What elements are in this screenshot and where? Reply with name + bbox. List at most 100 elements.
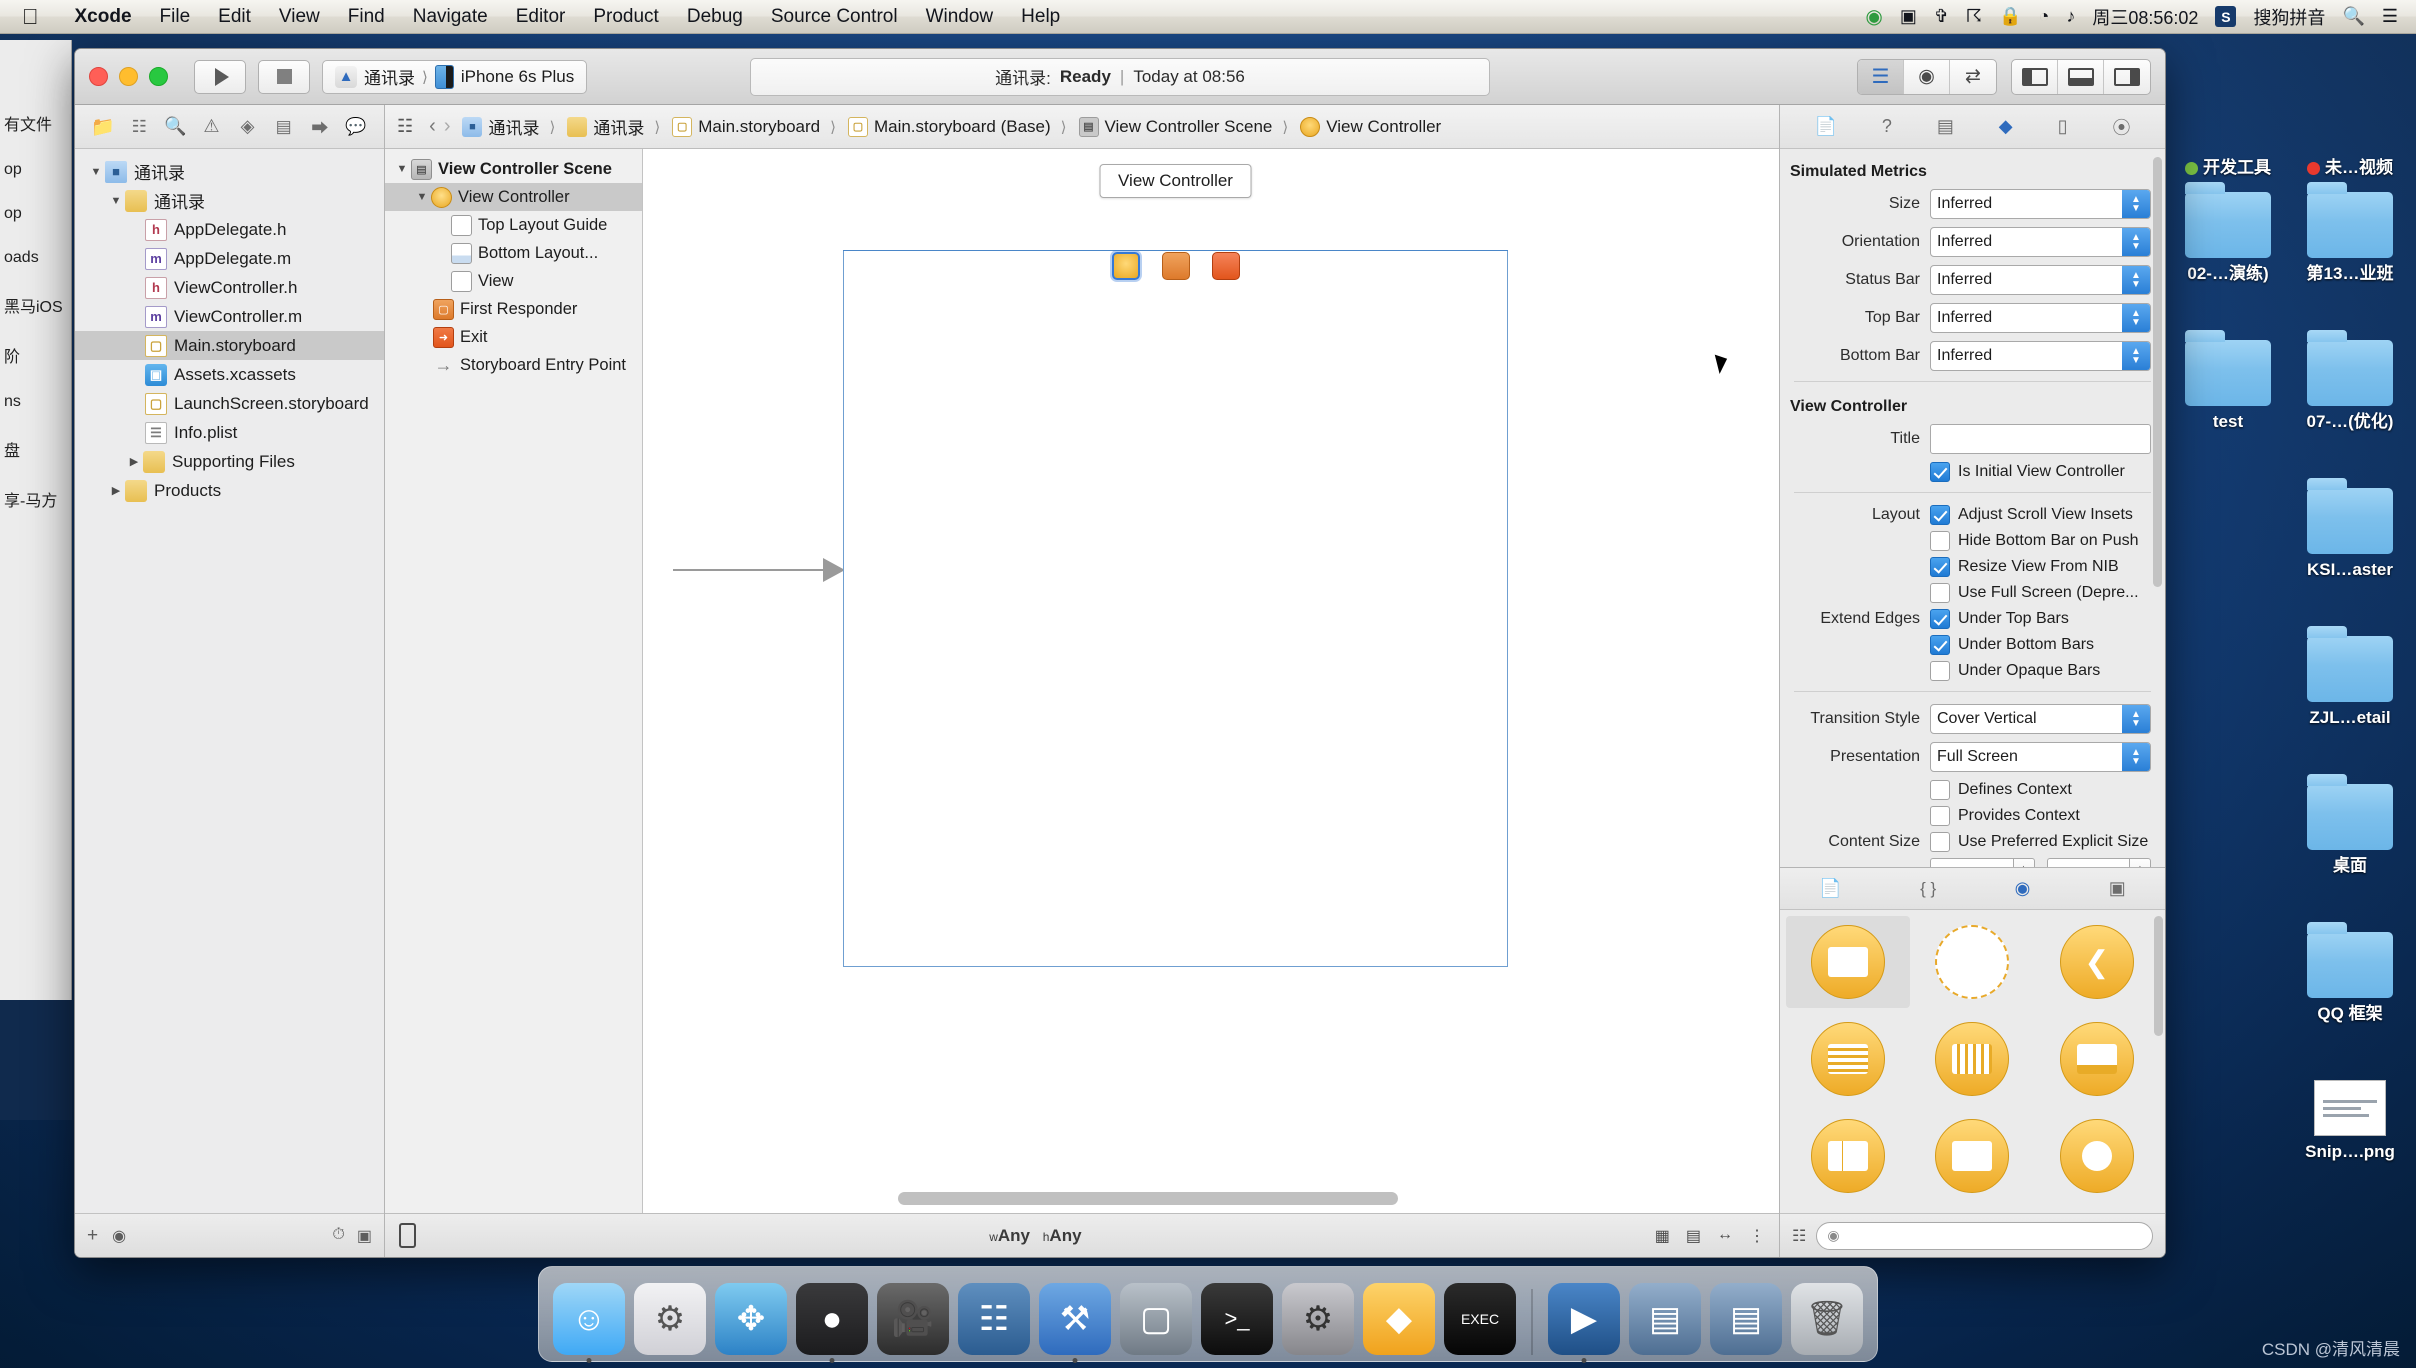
breadcrumb-project[interactable]: ■ 通讯录 ⟩	[462, 114, 559, 139]
menu-debug[interactable]: Debug	[673, 6, 757, 28]
checkbox-icon[interactable]	[1930, 583, 1950, 603]
screen-record-green-icon[interactable]: ◉	[1865, 4, 1882, 29]
attributes-inspector-icon[interactable]: ◆	[1999, 116, 2013, 137]
menu-find[interactable]: Find	[334, 6, 399, 28]
field-size[interactable]: Size Inferred ▲ ▼	[1780, 189, 2165, 219]
media-library-icon[interactable]: ▣	[2109, 878, 2126, 899]
checkbox-adjust-scroll-view-insets[interactable]: Layout Adjust Scroll View Insets	[1780, 505, 2165, 525]
search-navigator-icon[interactable]: 🔍	[160, 113, 190, 141]
disclosure-triangle-icon[interactable]: ▶	[107, 484, 125, 497]
library-item-navigation-controller[interactable]: ❮	[2035, 916, 2159, 1008]
finder-sidebar-item[interactable]: 黑马iOS	[0, 280, 71, 330]
standard-editor-button[interactable]: ☰	[1858, 59, 1904, 94]
desktop-icon-folder-02[interactable]: 02-…演练)	[2168, 182, 2288, 284]
version-editor-button[interactable]: ⇄	[1950, 60, 1996, 94]
breadcrumb-storyboard[interactable]: ▢ Main.storyboard ⟩	[672, 116, 840, 137]
desktop-icon-desktop[interactable]: 桌面	[2290, 774, 2410, 876]
editor-mode-segments[interactable]: ☰ ◉ ⇄	[1857, 58, 1997, 95]
field-presentation[interactable]: Presentation Full Screen ▲ ▼	[1780, 742, 2165, 772]
tree-row-project[interactable]: ▼ ■ 通讯录	[75, 157, 384, 186]
quick-help-icon[interactable]: ?	[1882, 116, 1892, 137]
displays2-icon[interactable]: ▤	[1710, 1283, 1782, 1355]
desktop-icon-qq-framework[interactable]: QQ 框架	[2290, 922, 2410, 1024]
checkbox-icon[interactable]	[1930, 661, 1950, 681]
desktop-icon-zjl[interactable]: ZJL…etail	[2290, 626, 2410, 728]
outline-row-top-layout-guide[interactable]: Top Layout Guide	[385, 211, 642, 239]
library-scrollbar[interactable]	[2154, 916, 2163, 1036]
width-stepper[interactable]: 600 ▲▼	[1930, 858, 2035, 867]
finder-sidebar-item[interactable]: 阶	[0, 330, 71, 380]
bottom-bar-popup[interactable]: Inferred ▲ ▼	[1930, 341, 2151, 371]
library-item-glkit-view-controller[interactable]	[2035, 1110, 2159, 1202]
menu-file[interactable]: File	[146, 6, 205, 28]
navigator-tab-bar[interactable]: 📁 ☷ 🔍 ⚠ ◈ ▤ ⮕ 💬	[75, 105, 384, 149]
first-responder-icon[interactable]	[1161, 252, 1190, 280]
breadcrumb-storyboard-base[interactable]: ▢ Main.storyboard (Base) ⟩	[847, 116, 1071, 137]
stepper-arrows-icon[interactable]: ▲▼	[2012, 858, 2035, 867]
desktop-icon-dev-tools[interactable]: 开发工具	[2168, 158, 2288, 178]
top-bar-popup[interactable]: Inferred ▲ ▼	[1930, 303, 2151, 333]
bluetooth-icon[interactable]: ☈	[1966, 6, 1982, 27]
exit-icon[interactable]	[1211, 252, 1240, 280]
height-value[interactable]: 600	[2046, 858, 2129, 867]
connections-inspector-icon[interactable]: ⦿	[2112, 114, 2130, 140]
constraints-icon[interactable]: ▦	[1655, 1226, 1670, 1246]
transition-style-popup[interactable]: Cover Vertical ▲ ▼	[1930, 704, 2151, 734]
outline-row-scene[interactable]: ▼ ▤ View Controller Scene	[385, 155, 642, 183]
checkbox-under-top-bars[interactable]: Extend Edges Under Top Bars	[1780, 609, 2165, 629]
object-library-icon[interactable]: ◉	[2015, 878, 2031, 899]
menu-editor[interactable]: Editor	[502, 6, 580, 28]
checkbox-use-full-screen[interactable]: Use Full Screen (Depre...	[1780, 583, 2165, 603]
tree-row-info-plist[interactable]: ☰ Info.plist	[75, 418, 384, 447]
field-status-bar[interactable]: Status Bar Inferred ▲ ▼	[1780, 265, 2165, 295]
wifi-icon[interactable]: ◔	[2038, 6, 2049, 27]
input-method-label[interactable]: 搜狗拼音	[2253, 4, 2325, 30]
finder-sidebar-item[interactable]: op	[0, 192, 71, 236]
checkbox-under-opaque-bars[interactable]: Under Opaque Bars	[1780, 661, 2165, 681]
checkbox-resize-view-from-nib[interactable]: Resize View From NIB	[1780, 557, 2165, 577]
library-item-page-view-controller[interactable]	[1910, 1110, 2034, 1202]
tree-row-viewcontroller-h[interactable]: h ViewController.h	[75, 273, 384, 302]
finder-sidebar-item[interactable]: op	[0, 148, 71, 192]
field-top-bar[interactable]: Top Bar Inferred ▲ ▼	[1780, 303, 2165, 333]
outline-row-view-controller[interactable]: ▼ View Controller	[385, 183, 642, 211]
checkbox-provides-context[interactable]: Provides Context	[1780, 806, 2165, 826]
back-button[interactable]: ‹	[429, 115, 436, 138]
size-class-indicator[interactable]: wAny hAny	[989, 1226, 1081, 1246]
menu-bar[interactable]:  Xcode File Edit View Find Navigate Edi…	[0, 0, 2416, 34]
outline-row-first-responder[interactable]: ▢ First Responder	[385, 295, 642, 323]
finder-sidebar-item[interactable]: oads	[0, 236, 71, 280]
desktop-icon-unfinished-video[interactable]: 未…视频	[2290, 158, 2410, 178]
desktop-icon-folder-13[interactable]: 第13…业班	[2290, 182, 2410, 284]
resolve-issues-icon[interactable]: ▤	[1686, 1226, 1701, 1246]
recent-files-icon[interactable]: ⏱	[332, 1226, 344, 1246]
checkbox-icon[interactable]	[1930, 635, 1950, 655]
outline-row-view[interactable]: View	[385, 267, 642, 295]
panel-toggle-segments[interactable]	[2011, 58, 2151, 95]
stop-button[interactable]	[258, 59, 310, 94]
menu-product[interactable]: Product	[579, 6, 672, 28]
disclosure-triangle-icon[interactable]: ▶	[125, 455, 143, 468]
checkbox-icon[interactable]	[1930, 780, 1950, 800]
library-panel[interactable]: 📄 { } ◉ ▣ ❮ ☷ ◉	[1780, 867, 2165, 1257]
menu-view[interactable]: View	[265, 6, 334, 28]
video-camera-icon[interactable]: ▣	[1900, 6, 1917, 27]
xcode-icon[interactable]: ⚒	[1039, 1283, 1111, 1355]
add-icon[interactable]: +	[87, 1225, 98, 1247]
outline-row-exit[interactable]: ➜ Exit	[385, 323, 642, 351]
project-file-tree[interactable]: ▼ ■ 通讯录 ▼ 通讯录 h AppDelegate.h m AppDeleg…	[75, 149, 384, 1213]
jump-bar[interactable]: ☷ ‹ › ■ 通讯录 ⟩ 通讯录 ⟩ ▢ Main.storyboard ⟩	[385, 105, 1779, 149]
content-size-steppers[interactable]: 600 ▲▼ 600 ▲▼	[1780, 858, 2165, 867]
pin-icon[interactable]: ↔	[1717, 1226, 1733, 1246]
sketch-icon[interactable]: ◆	[1363, 1283, 1435, 1355]
desktop-icon-folder-07[interactable]: 07-…(优化)	[2290, 330, 2410, 432]
toggle-navigator-button[interactable]	[2012, 59, 2058, 94]
charts-app-icon[interactable]: ☷	[958, 1283, 1030, 1355]
search-icon[interactable]: 🔍	[2342, 6, 2364, 27]
desktop-icon-test[interactable]: test	[2168, 330, 2288, 432]
disclosure-triangle-icon[interactable]: ▼	[393, 163, 411, 175]
input-method-badge[interactable]: S	[2215, 6, 2237, 27]
checkbox-use-preferred-explicit-size[interactable]: Content Size Use Preferred Explicit Size	[1780, 832, 2165, 852]
source-control-icon[interactable]: ▣	[357, 1226, 372, 1246]
trash-icon[interactable]: 🗑	[1791, 1283, 1863, 1355]
